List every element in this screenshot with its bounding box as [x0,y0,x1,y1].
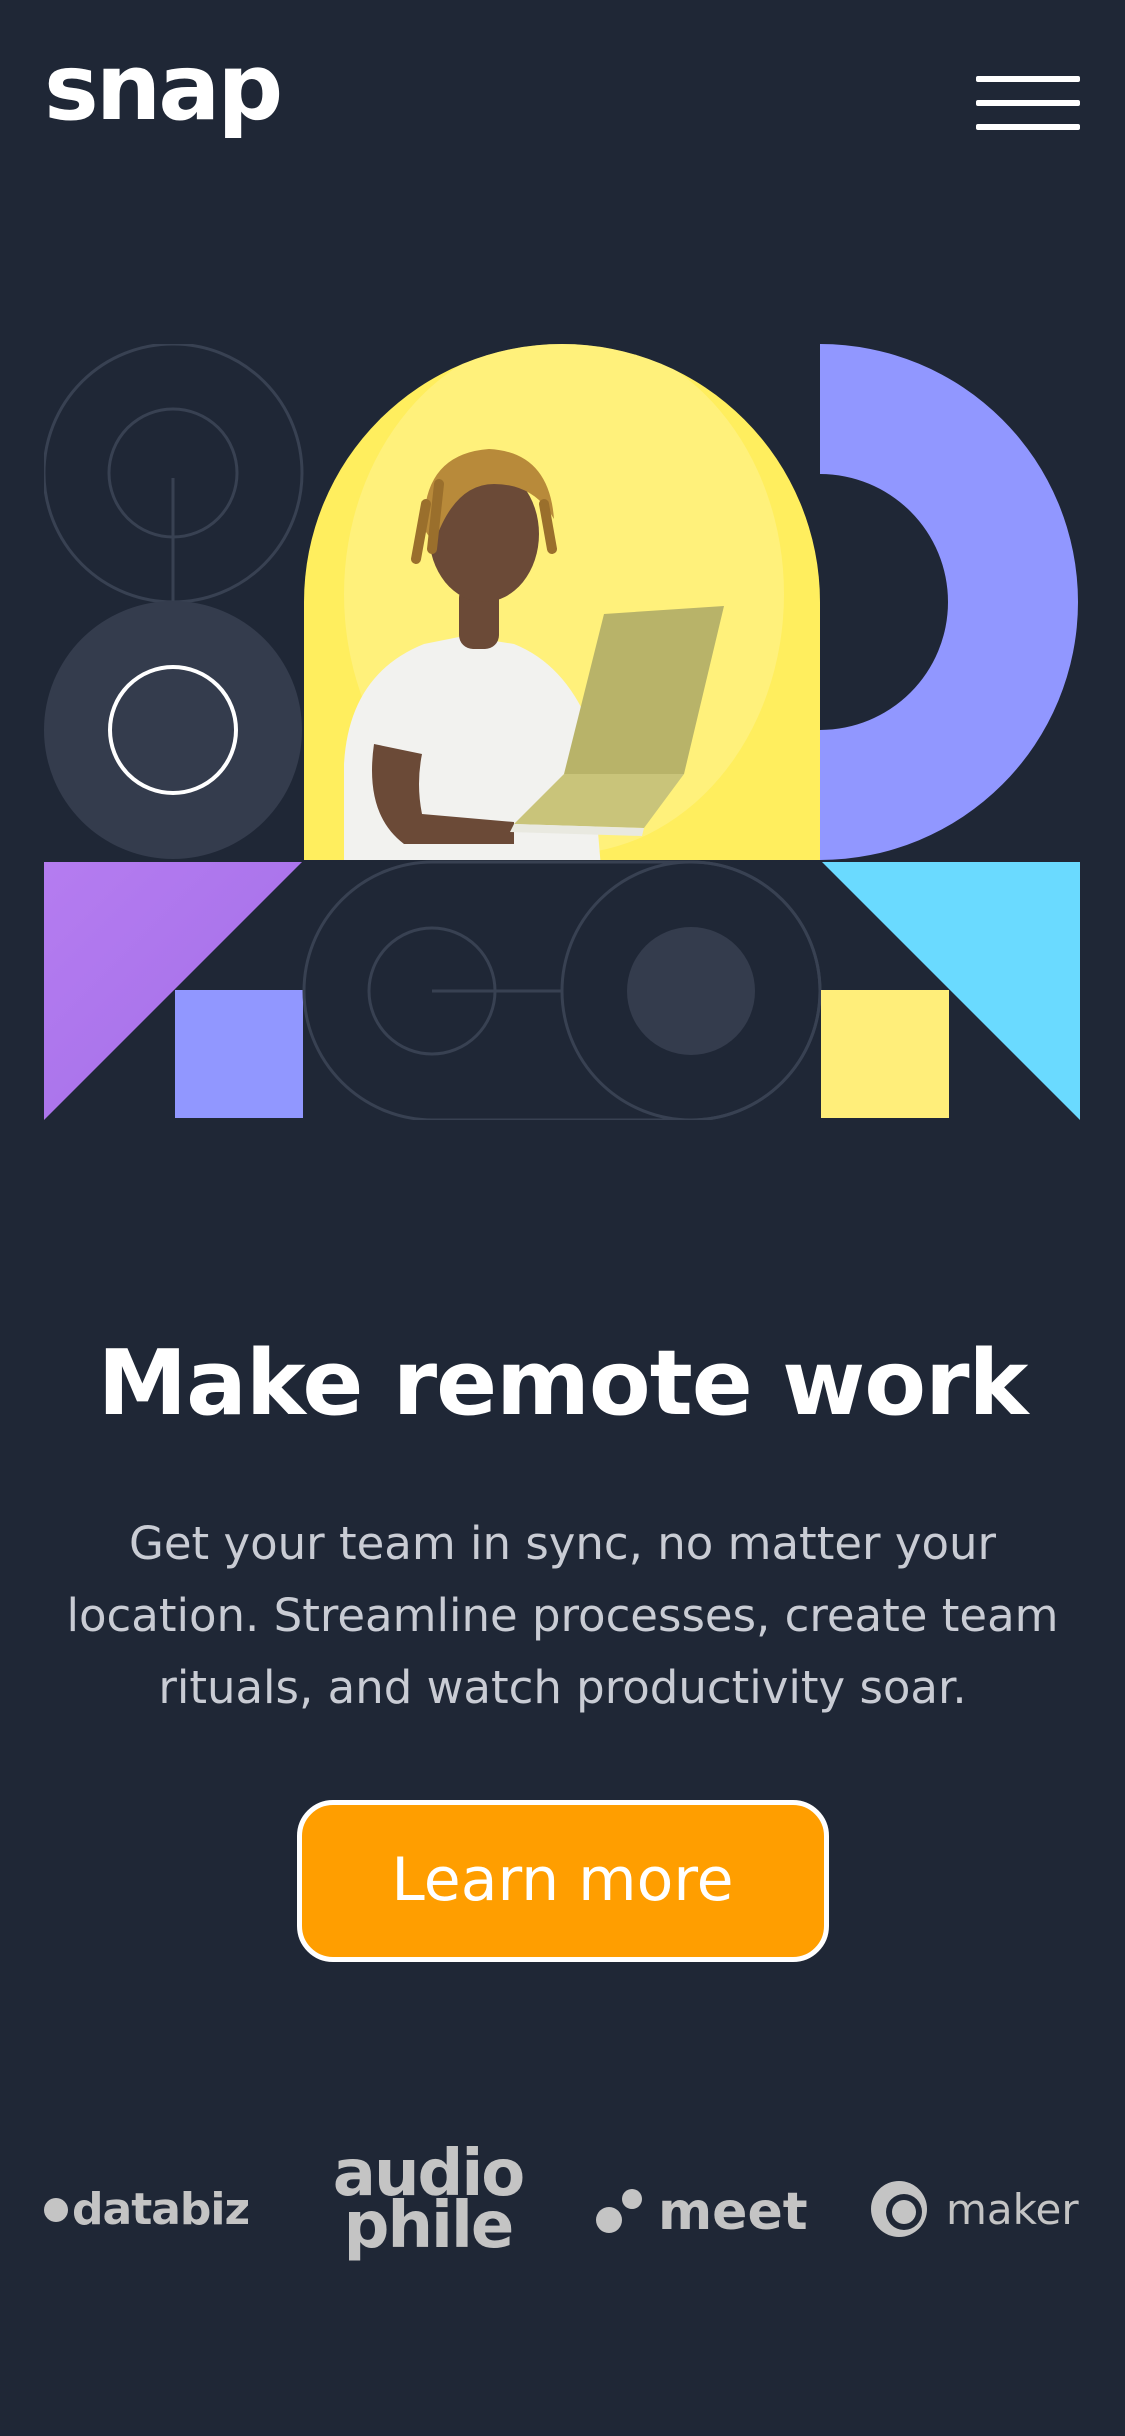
maker-mark-icon [871,2181,927,2237]
menu-bar [976,76,1080,82]
menu-bar [976,124,1080,130]
outline-circles-decoration [44,344,304,604]
hero-photo [304,344,820,860]
hero-content: Make remote work Get your team in sync, … [0,1330,1125,1962]
yellow-square-decoration [821,990,949,1118]
header: snap [0,0,1125,200]
menu-bar [976,100,1080,106]
databiz-logo-text: databiz [72,2184,250,2235]
snap-logo[interactable]: snap [44,42,283,134]
learn-more-button[interactable]: Learn more [296,1800,829,1962]
hamburger-menu-icon[interactable] [972,72,1082,142]
maker-logo: maker [870,2180,1079,2238]
hero-headline: Make remote work [97,1331,1029,1436]
hero-illustration [44,344,1080,1120]
audiophile-logo: audio phile [318,2142,538,2263]
audiophile-logo-line2: phile [343,2189,515,2263]
databiz-logo: databiz [44,2184,250,2235]
meet-logo: meet [596,2182,808,2242]
meet-logo-text: meet [658,2182,808,2242]
client-logos: databiz audio phile meet maker [0,2140,1125,2290]
half-ring-decoration [820,344,1078,860]
meet-dots-icon [596,2185,646,2235]
databiz-dot-icon [44,2198,68,2222]
periwinkle-square-decoration [175,990,303,1118]
ring-circle-decoration [44,601,302,859]
maker-logo-text: maker [946,2185,1079,2234]
hero-description: Get your team in sync, no matter your lo… [66,1517,1059,1714]
pill-outline-decoration [302,860,822,1120]
